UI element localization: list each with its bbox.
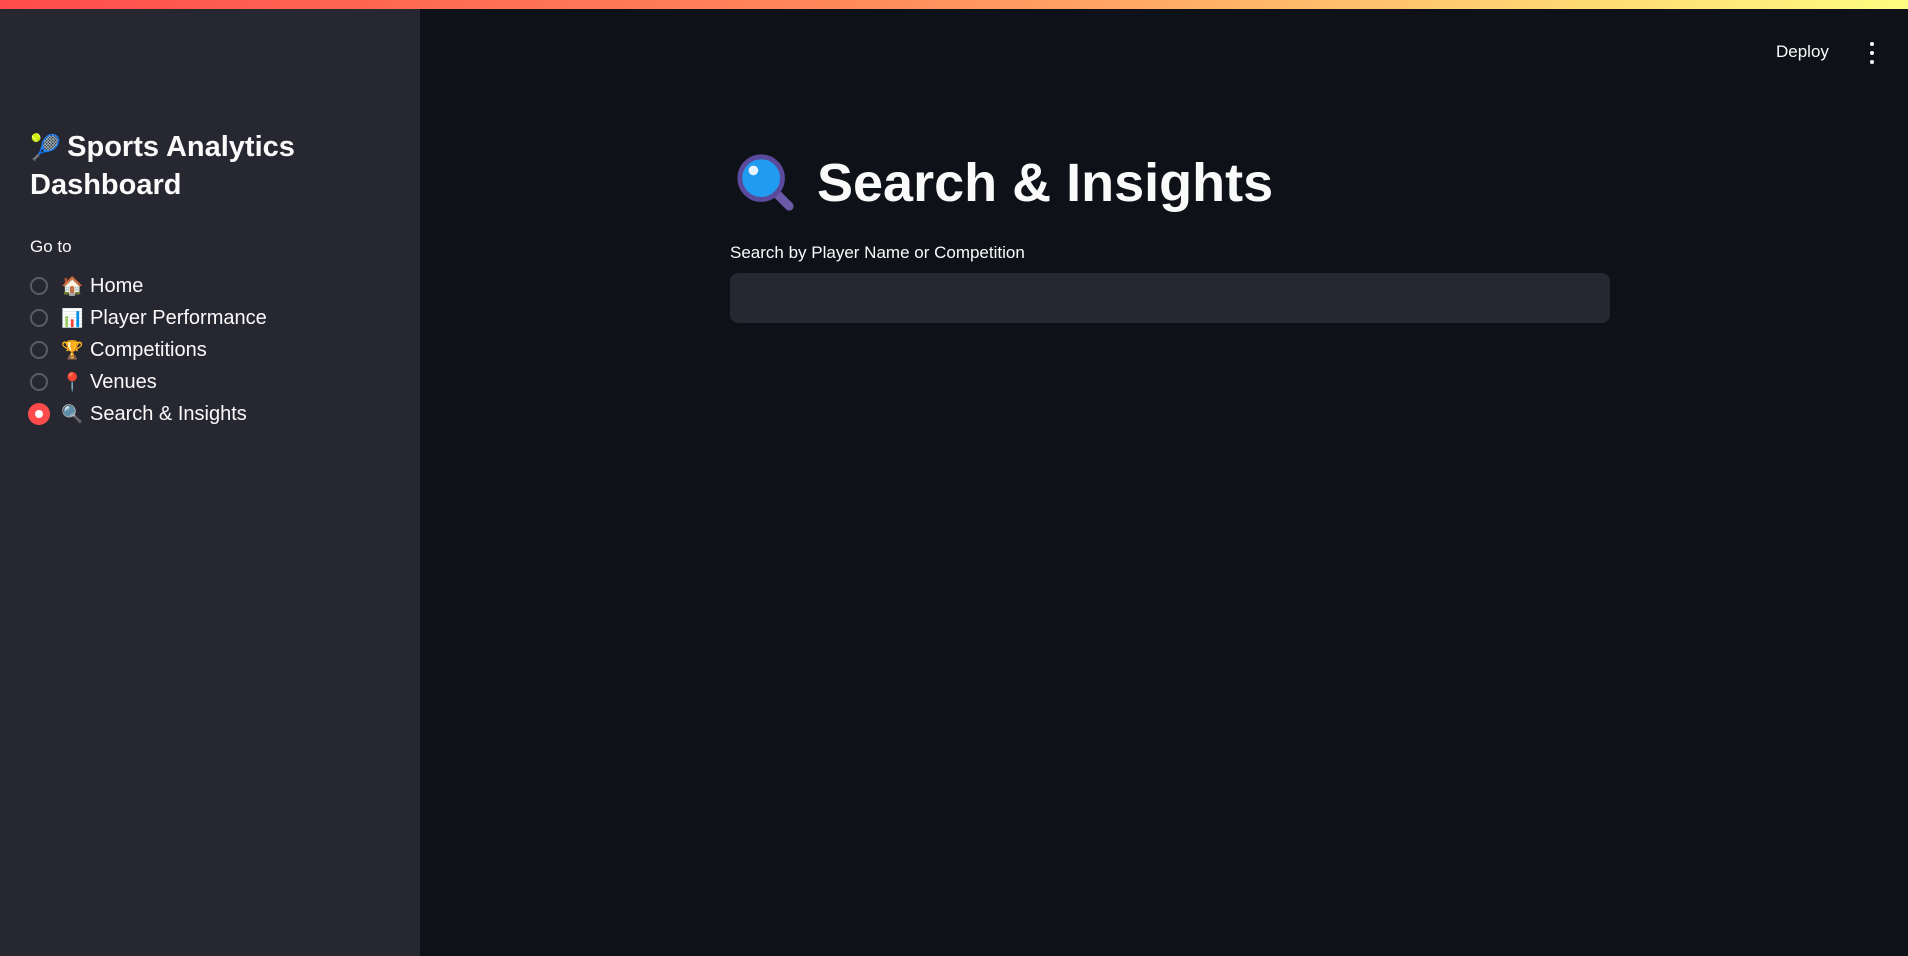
menu-dot bbox=[1870, 51, 1874, 55]
nav-item-label: Competitions bbox=[90, 338, 207, 361]
sidebar-title: 🎾 Sports Analytics Dashboard bbox=[30, 129, 390, 204]
bar-chart-icon: 📊 bbox=[61, 307, 84, 328]
nav-item-search-insights[interactable]: 🔍 Search & Insights bbox=[28, 398, 267, 430]
nav-radio-group: 🏠 Home 📊 Player Performance 🏆 Competitio… bbox=[28, 270, 267, 430]
magnifying-glass-icon bbox=[737, 154, 794, 211]
house-icon: 🏠 bbox=[61, 275, 84, 296]
sidebar-title-text: Sports Analytics Dashboard bbox=[30, 131, 295, 201]
nav-item-label: Player Performance bbox=[90, 306, 267, 329]
nav-item-home[interactable]: 🏠 Home bbox=[30, 270, 267, 302]
sidebar: 🎾 Sports Analytics Dashboard Go to 🏠 Home… bbox=[0, 9, 420, 956]
nav-item-competitions[interactable]: 🏆 Competitions bbox=[30, 334, 267, 366]
nav-label: Go to bbox=[30, 237, 72, 256]
page-title: Search & Insights bbox=[735, 152, 1273, 214]
deploy-button[interactable]: Deploy bbox=[1768, 38, 1837, 66]
tennis-icon: 🎾 bbox=[30, 134, 62, 162]
radio-button[interactable] bbox=[30, 373, 48, 391]
trophy-icon: 🏆 bbox=[61, 339, 84, 360]
nav-item-label: Home bbox=[90, 274, 144, 297]
search-input[interactable] bbox=[730, 273, 1610, 323]
page-title-text: Search & Insights bbox=[817, 153, 1274, 213]
radio-button-selected[interactable] bbox=[28, 403, 50, 425]
pin-icon: 📍 bbox=[61, 371, 84, 392]
radio-button[interactable] bbox=[30, 277, 48, 295]
menu-dot bbox=[1870, 60, 1874, 64]
radio-button[interactable] bbox=[30, 341, 48, 359]
menu-dot bbox=[1870, 42, 1874, 46]
nav-item-venues[interactable]: 📍 Venues bbox=[30, 366, 267, 398]
top-decoration-bar bbox=[0, 0, 1908, 9]
radio-button[interactable] bbox=[30, 309, 48, 327]
magnifying-glass-icon: 🔍 bbox=[61, 403, 84, 424]
nav-item-player-performance[interactable]: 📊 Player Performance bbox=[30, 302, 267, 334]
nav-item-label: Search & Insights bbox=[90, 402, 247, 425]
search-label: Search by Player Name or Competition bbox=[730, 243, 1025, 262]
vertical-ellipsis-icon[interactable] bbox=[1862, 42, 1882, 64]
nav-item-label: Venues bbox=[90, 370, 157, 393]
